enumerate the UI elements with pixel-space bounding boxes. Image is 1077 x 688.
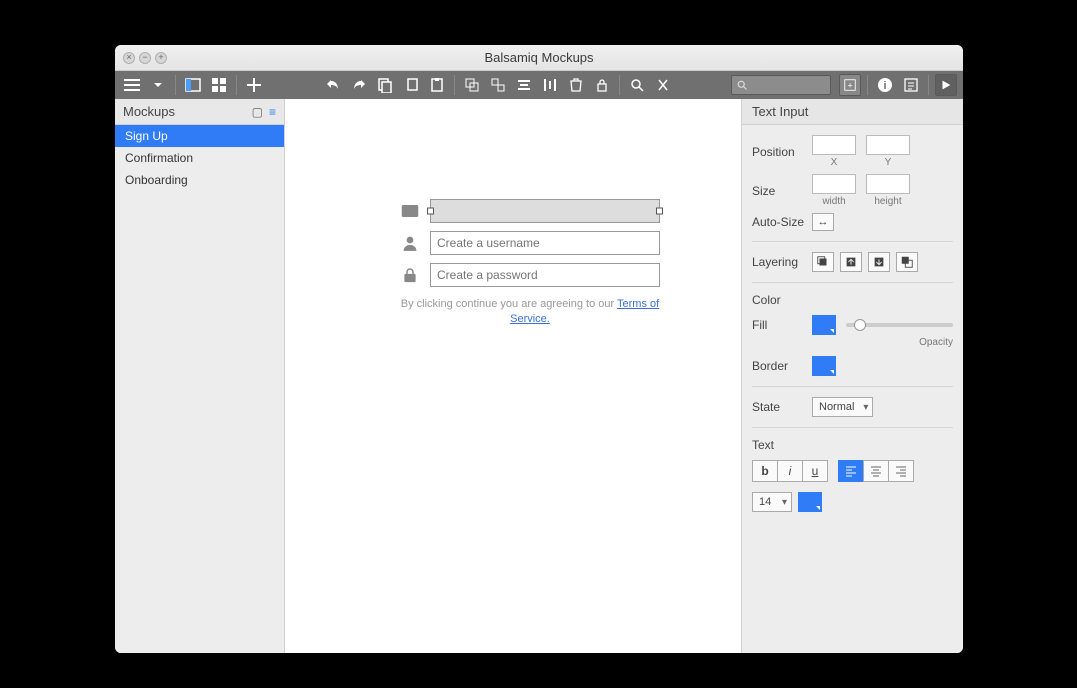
info-icon[interactable]: i <box>874 74 896 96</box>
ungroup-icon[interactable] <box>487 74 509 96</box>
group-icon[interactable] <box>461 74 483 96</box>
opacity-slider[interactable] <box>846 323 953 327</box>
paste-icon[interactable] <box>426 74 448 96</box>
sidebar: Mockups ▢ ≡ Sign Up Confirmation Onboard… <box>115 99 285 653</box>
state-label: State <box>752 400 812 414</box>
sidebar-item-signup[interactable]: Sign Up <box>115 125 284 147</box>
y-label: Y <box>885 157 892 168</box>
quick-add-search[interactable] <box>731 75 831 95</box>
position-x-input[interactable] <box>812 135 856 155</box>
terms-prefix: By clicking continue you are agreeing to… <box>401 298 617 310</box>
height-label: height <box>874 196 901 207</box>
align-right-button[interactable] <box>888 460 914 482</box>
align-center-button[interactable] <box>863 460 889 482</box>
caret-down-icon[interactable] <box>147 74 169 96</box>
autosize-button[interactable]: ↔ <box>812 213 834 231</box>
layout-grid-icon[interactable] <box>208 74 230 96</box>
layout-split-icon[interactable] <box>182 74 204 96</box>
border-swatch[interactable] <box>812 356 836 376</box>
width-input[interactable] <box>812 174 856 194</box>
inspector-title: Text Input <box>742 99 963 125</box>
lock-icon <box>400 265 420 285</box>
send-backward-icon[interactable] <box>868 252 890 272</box>
italic-button[interactable]: i <box>777 460 803 482</box>
send-back-icon[interactable] <box>896 252 918 272</box>
sidebar-header: Mockups ▢ ≡ <box>115 99 284 125</box>
distribute-icon[interactable] <box>539 74 561 96</box>
add-icon[interactable] <box>243 74 265 96</box>
library-icon[interactable]: + <box>839 74 861 96</box>
align-icon[interactable] <box>513 74 535 96</box>
resize-handle-right[interactable] <box>656 208 663 215</box>
sidebar-item-onboarding[interactable]: Onboarding <box>115 169 284 191</box>
font-size-select[interactable]: 14 <box>752 492 792 512</box>
password-input[interactable] <box>430 263 660 287</box>
width-label: width <box>822 196 845 207</box>
delete-icon[interactable] <box>565 74 587 96</box>
mail-icon <box>400 201 420 221</box>
autosize-label: Auto-Size <box>752 215 812 229</box>
window-title: Balsamiq Mockups <box>115 50 963 65</box>
sidebar-grid-icon[interactable]: ▢ <box>252 105 263 119</box>
sidebar-list-icon[interactable]: ≡ <box>269 105 276 119</box>
svg-text:+: + <box>847 81 852 91</box>
username-input[interactable] <box>430 231 660 255</box>
lock-icon[interactable] <box>591 74 613 96</box>
copy-icon[interactable] <box>374 74 396 96</box>
app-window: × − + Balsamiq Mockups + <box>115 45 963 653</box>
size-label: Size <box>752 184 812 198</box>
opacity-thumb[interactable] <box>854 319 866 331</box>
x-label: X <box>831 157 838 168</box>
align-left-button[interactable] <box>838 460 864 482</box>
svg-text:i: i <box>883 80 886 92</box>
content: Mockups ▢ ≡ Sign Up Confirmation Onboard… <box>115 99 963 653</box>
sidebar-item-confirmation[interactable]: Confirmation <box>115 147 284 169</box>
opacity-label: Opacity <box>919 337 953 348</box>
bold-button[interactable]: b <box>752 460 778 482</box>
email-input[interactable] <box>430 199 660 223</box>
text-label: Text <box>752 438 953 452</box>
height-input[interactable] <box>866 174 910 194</box>
user-icon <box>400 233 420 253</box>
terms-text: By clicking continue you are agreeing to… <box>400 297 660 328</box>
markup-icon[interactable] <box>652 74 674 96</box>
position-y-input[interactable] <box>866 135 910 155</box>
color-label: Color <box>752 293 953 307</box>
present-icon[interactable] <box>935 74 957 96</box>
menu-icon[interactable] <box>121 74 143 96</box>
zoom-icon[interactable] <box>626 74 648 96</box>
titlebar: × − + Balsamiq Mockups <box>115 45 963 71</box>
bring-forward-icon[interactable] <box>840 252 862 272</box>
fill-label: Fill <box>752 318 812 332</box>
cut-icon[interactable] <box>400 74 422 96</box>
state-select[interactable]: Normal <box>812 397 873 417</box>
quick-add-input[interactable] <box>751 79 821 91</box>
text-color-swatch[interactable] <box>798 492 822 512</box>
border-label: Border <box>752 359 812 373</box>
fill-swatch[interactable] <box>812 315 836 335</box>
resize-handle-left[interactable] <box>427 208 434 215</box>
toolbar: + i <box>115 71 963 99</box>
bring-front-icon[interactable] <box>812 252 834 272</box>
layering-label: Layering <box>752 255 812 269</box>
sidebar-title: Mockups <box>123 104 175 119</box>
redo-icon[interactable] <box>348 74 370 96</box>
underline-button[interactable]: u <box>802 460 828 482</box>
inspector: Text Input Position X Y Size width heigh… <box>741 99 963 653</box>
mockup: By clicking continue you are agreeing to… <box>400 199 660 328</box>
undo-icon[interactable] <box>322 74 344 96</box>
notes-icon[interactable] <box>900 74 922 96</box>
canvas[interactable]: By clicking continue you are agreeing to… <box>285 99 741 653</box>
position-label: Position <box>752 145 812 159</box>
